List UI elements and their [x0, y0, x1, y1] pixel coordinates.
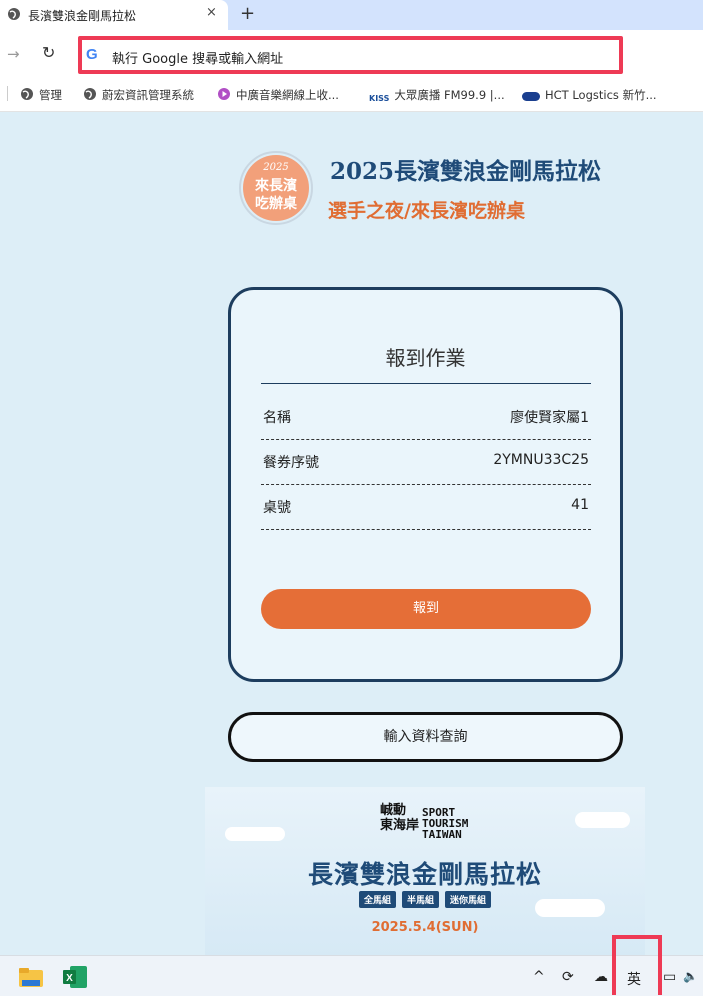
bookmarks-bar: 管理 蔚宏資訊管理系統 中廣音樂網線上收... KISS 大眾廣播 FM99.9 …: [0, 78, 703, 112]
close-icon[interactable]: ×: [206, 5, 217, 20]
svg-text:X: X: [66, 973, 73, 984]
address-bar[interactable]: G 執行 Google 搜尋或輸入網址: [78, 36, 623, 74]
new-tab-button[interactable]: +: [240, 3, 255, 24]
globe-icon: [84, 88, 96, 100]
row-value: 41: [571, 497, 589, 513]
row-label: 餐券序號: [263, 455, 319, 471]
banner-tags: 全馬組 半馬組 迷你馬組: [205, 891, 645, 908]
address-input[interactable]: 執行 Google 搜尋或輸入網址: [112, 48, 283, 67]
taskbar: X ^ ⟳ ☁ 英 ▭ 🔈: [0, 955, 703, 996]
bookmark-item[interactable]: HCT Logstics 新竹...: [522, 87, 657, 103]
banner-tag: 全馬組: [358, 891, 396, 908]
cloud-off-icon[interactable]: ☁: [594, 969, 608, 985]
sync-icon[interactable]: ⟳: [562, 969, 574, 985]
globe-icon: [8, 8, 20, 20]
info-row-ticket: 餐券序號 2YMNU33C25: [261, 439, 591, 485]
banner-sport-cn: 峸動 東海岸: [380, 803, 420, 833]
svg-text:來長濱: 來長濱: [255, 177, 297, 194]
svg-text:吃辦桌: 吃辦桌: [255, 195, 298, 212]
row-label: 桌號: [263, 500, 291, 516]
checkin-card: 報到作業 名稱 廖使賢家屬1 餐券序號 2YMNU33C25 桌號 41 報到: [228, 287, 623, 682]
tab-title: 長濱雙浪金剛馬拉松: [28, 9, 137, 23]
banner-tag: 半馬組: [401, 891, 439, 908]
chevron-up-icon[interactable]: ^: [533, 969, 545, 985]
row-value: 廖使賢家屬1: [510, 410, 589, 426]
bookmark-item[interactable]: 中廣音樂網線上收...: [217, 87, 339, 103]
browser-toolbar: → ↻ G 執行 Google 搜尋或輸入網址: [0, 30, 703, 78]
event-title: 2025長濱雙浪金剛馬拉松: [330, 158, 602, 185]
tab-strip: 長濱雙浪金剛馬拉松 × +: [0, 0, 703, 30]
event-banner: 峸動 東海岸 SPORT TOURISM TAIWAN 長濱雙浪金剛馬拉松 全馬組 半…: [205, 787, 645, 955]
forward-icon[interactable]: →: [7, 45, 20, 63]
banner-title: 長濱雙浪金剛馬拉松: [307, 860, 542, 889]
browser-tab[interactable]: 長濱雙浪金剛馬拉松 ×: [0, 0, 228, 30]
card-title: 報到作業: [385, 346, 466, 370]
bookmark-item[interactable]: KISS 大眾廣播 FM99.9 |...: [369, 87, 505, 103]
kiss-logo: KISS: [369, 94, 390, 103]
hct-logo: [522, 92, 540, 101]
bookmark-item[interactable]: 蔚宏資訊管理系統: [83, 87, 194, 103]
display-icon[interactable]: ▭: [663, 969, 676, 985]
cloud-shape: [225, 827, 285, 841]
event-logo: 2025 來長濱 吃辦桌: [239, 151, 313, 225]
banner-sport-en: SPORT TOURISM TAIWAN: [422, 806, 469, 841]
highlight-box: [612, 935, 662, 995]
event-subtitle: 選手之夜/來長濱吃辦桌: [328, 200, 525, 222]
bookmarks-divider: [7, 86, 8, 101]
cloud-shape: [575, 812, 630, 828]
google-icon: G: [86, 46, 98, 63]
excel-icon[interactable]: X: [62, 965, 88, 989]
speaker-icon[interactable]: 🔈: [683, 969, 698, 983]
card-divider: [261, 383, 591, 384]
page-content: 2025 來長濱 吃辦桌 2025長濱雙浪金剛馬拉松 選手之夜/來長濱吃辦桌 報…: [0, 112, 703, 955]
row-value: 2YMNU33C25: [493, 452, 589, 468]
info-row-name: 名稱 廖使賢家屬1: [261, 394, 591, 440]
logo-year: 2025: [262, 162, 288, 173]
file-explorer-icon[interactable]: [18, 966, 44, 988]
reload-icon[interactable]: ↻: [42, 43, 55, 62]
banner-tag: 迷你馬組: [445, 891, 492, 908]
checkin-button[interactable]: 報到: [261, 589, 591, 629]
banner-date: 2025.5.4(SUN): [371, 920, 479, 935]
play-icon: [218, 88, 230, 100]
row-label: 名稱: [263, 410, 291, 426]
info-row-table: 桌號 41: [261, 484, 591, 530]
bookmark-item[interactable]: 管理: [20, 87, 62, 103]
query-button[interactable]: 輸入資料查詢: [228, 712, 623, 762]
globe-icon: [21, 88, 33, 100]
